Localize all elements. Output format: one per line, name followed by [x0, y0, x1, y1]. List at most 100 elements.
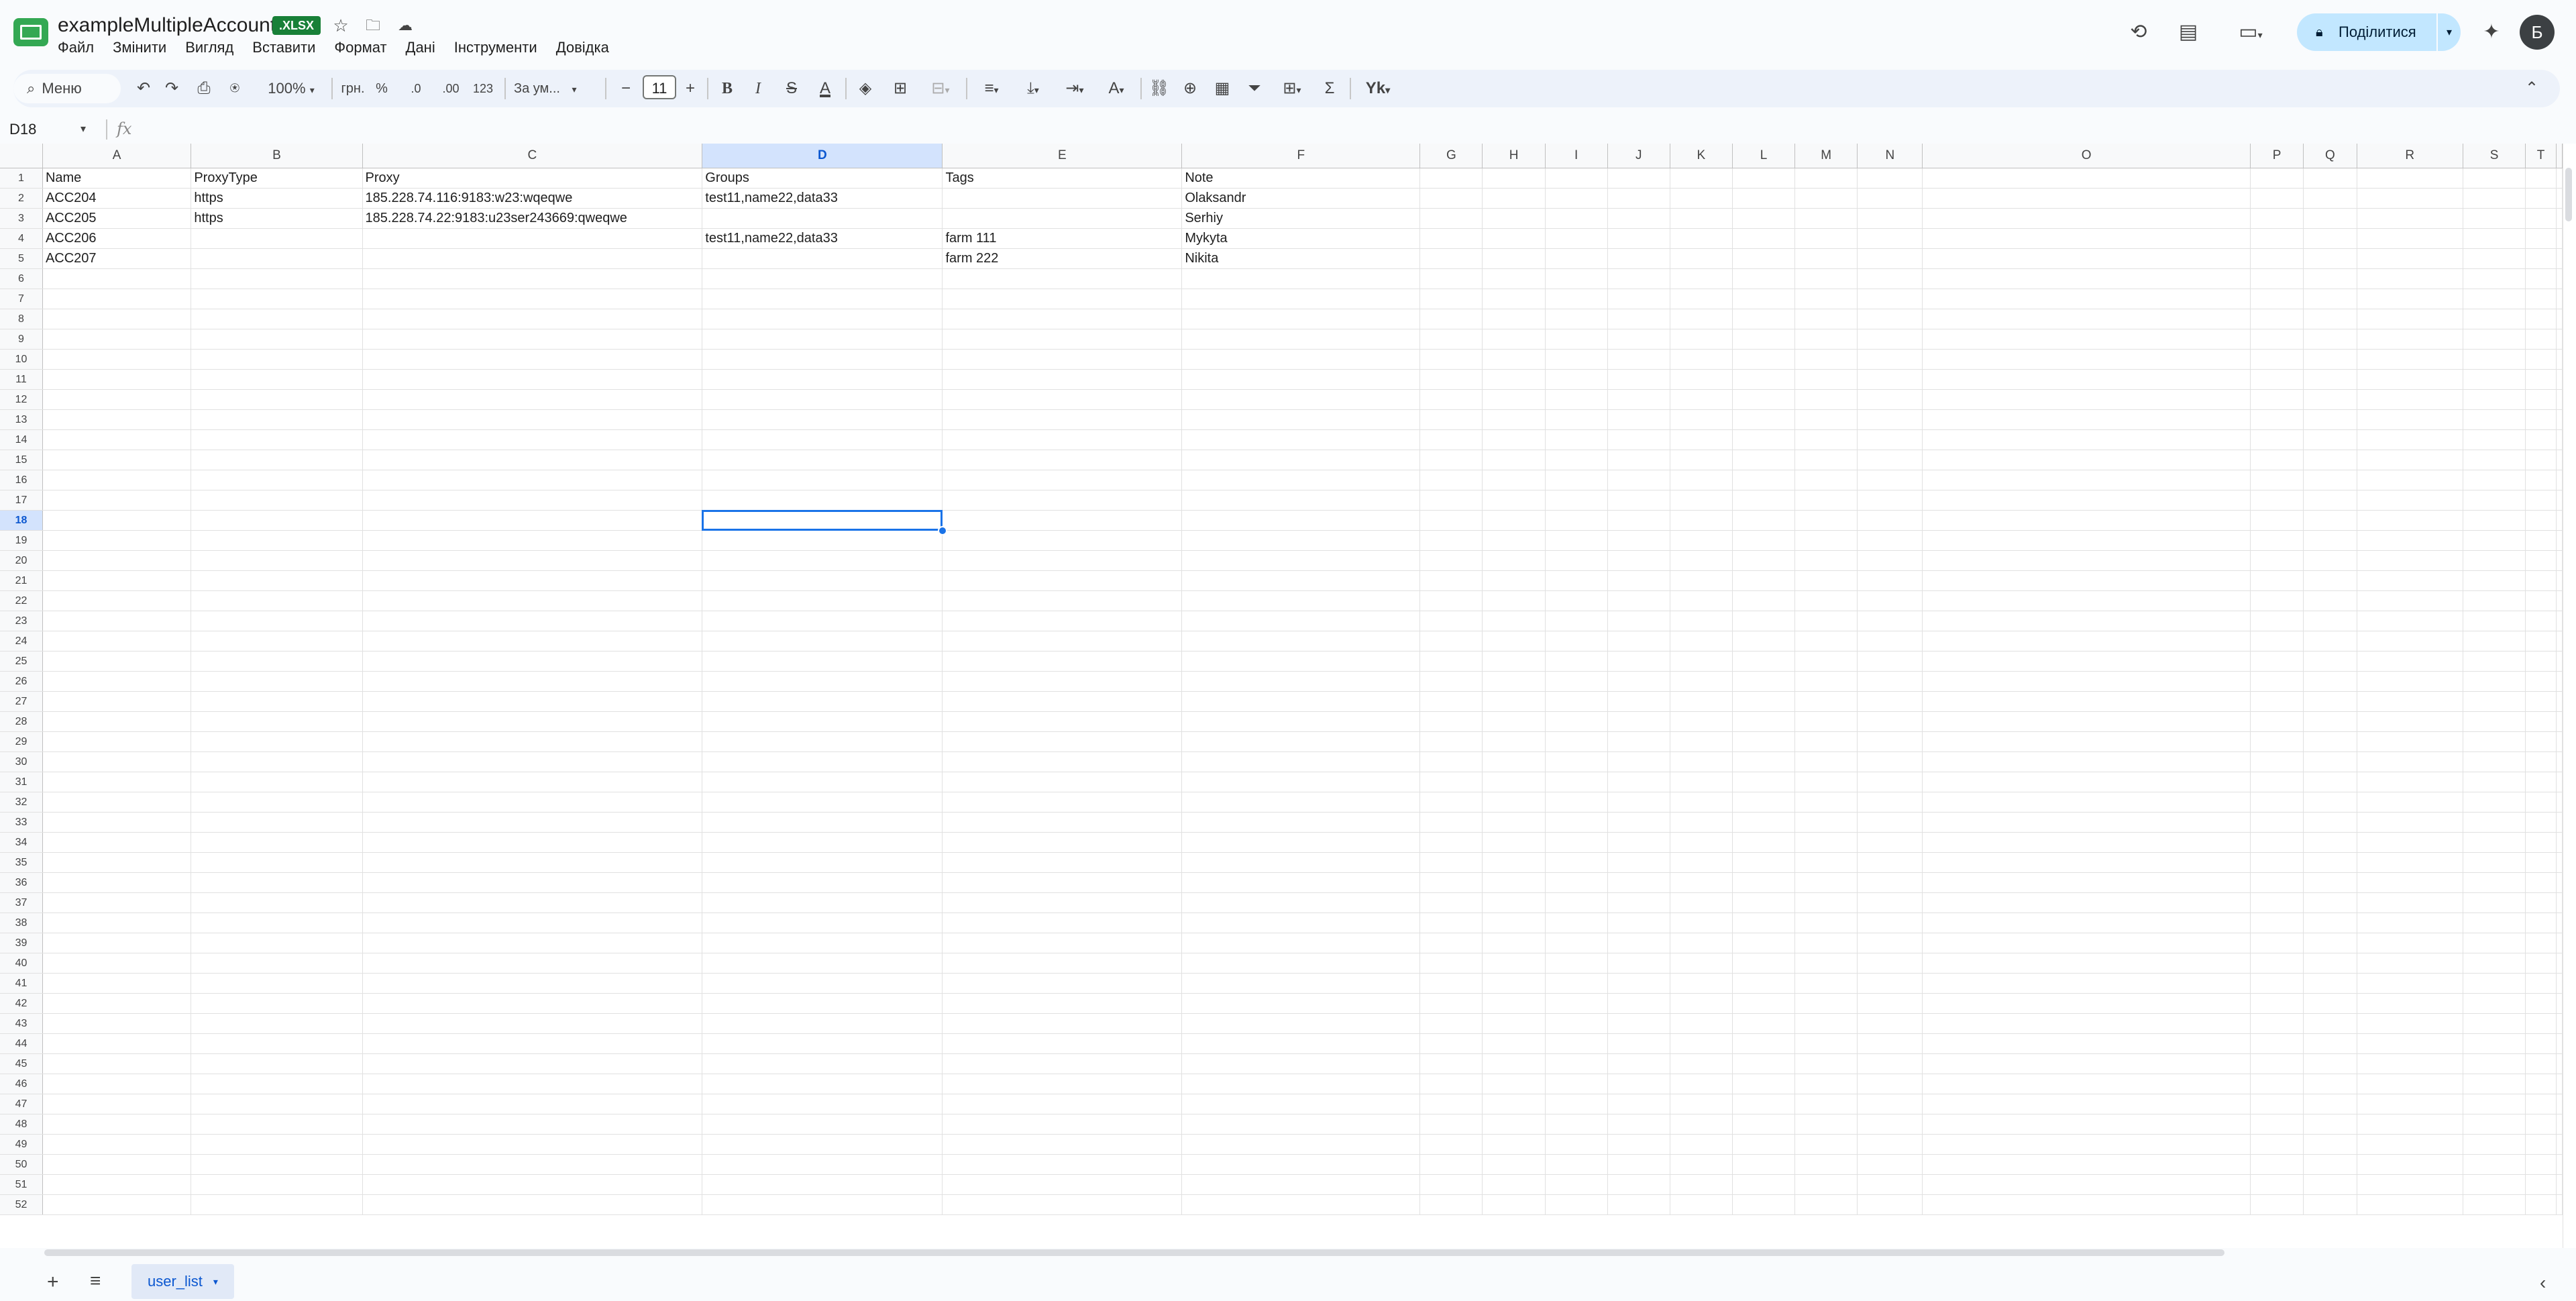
cell[interactable]: [1857, 913, 1923, 933]
cell[interactable]: [1482, 268, 1546, 289]
cell[interactable]: [1857, 490, 1923, 511]
cell[interactable]: [2463, 953, 2526, 974]
cell[interactable]: [2303, 852, 2357, 873]
cell[interactable]: [1607, 329, 1670, 350]
cell[interactable]: [1732, 309, 1796, 329]
cell[interactable]: [1607, 993, 1670, 1014]
star-icon[interactable]: ☆: [330, 15, 352, 36]
cell[interactable]: [1794, 228, 1858, 249]
document-title[interactable]: exampleMultipleAccount: [58, 13, 276, 38]
cell[interactable]: [2303, 570, 2357, 591]
cell[interactable]: [1670, 892, 1733, 913]
cell[interactable]: [1857, 228, 1923, 249]
cell[interactable]: [702, 953, 943, 974]
cell[interactable]: [1670, 1053, 1733, 1074]
font-size-decrease-button[interactable]: −: [616, 75, 636, 102]
cell[interactable]: [191, 1033, 363, 1054]
cell[interactable]: [1181, 872, 1421, 893]
cell[interactable]: [1670, 289, 1733, 309]
cell[interactable]: [42, 691, 192, 712]
cell[interactable]: [191, 751, 363, 772]
cell[interactable]: [1732, 409, 1796, 430]
cell[interactable]: 185.228.74.22:9183:u23ser243669:qweqwe: [362, 208, 703, 229]
cell[interactable]: [2556, 1074, 2563, 1094]
cell[interactable]: [2250, 691, 2304, 712]
cell[interactable]: [2357, 1053, 2463, 1074]
cell[interactable]: [2556, 530, 2563, 551]
cell[interactable]: [1545, 1154, 1608, 1175]
cell[interactable]: [1922, 651, 2251, 672]
cell[interactable]: [2357, 188, 2463, 209]
row-header[interactable]: 38: [0, 913, 43, 933]
cell[interactable]: [1545, 772, 1608, 792]
row-header[interactable]: 12: [0, 389, 43, 410]
cell[interactable]: [1857, 530, 1923, 551]
cell[interactable]: [1607, 973, 1670, 994]
cell[interactable]: [1794, 651, 1858, 672]
cell[interactable]: [2357, 852, 2463, 873]
cell[interactable]: [42, 369, 192, 390]
cell[interactable]: [2357, 429, 2463, 450]
cell[interactable]: [1607, 1194, 1670, 1215]
cell[interactable]: [1181, 550, 1421, 571]
cell[interactable]: [942, 550, 1183, 571]
cell[interactable]: [1857, 631, 1923, 652]
cell[interactable]: [1732, 329, 1796, 350]
cell[interactable]: [2303, 510, 2357, 531]
functions-icon[interactable]: Σ: [1318, 75, 1342, 102]
cell[interactable]: [2525, 1154, 2557, 1175]
cell[interactable]: [42, 651, 192, 672]
cell[interactable]: [362, 490, 703, 511]
cell[interactable]: [1607, 711, 1670, 732]
cell[interactable]: [42, 530, 192, 551]
cell[interactable]: [1922, 168, 2251, 189]
cell[interactable]: [1922, 691, 2251, 712]
cell[interactable]: [362, 1174, 703, 1195]
cell[interactable]: [2303, 470, 2357, 490]
cell[interactable]: [1732, 1134, 1796, 1155]
cell[interactable]: [1181, 1194, 1421, 1215]
cell[interactable]: [702, 1174, 943, 1195]
cell[interactable]: [1794, 590, 1858, 611]
cell[interactable]: [191, 1094, 363, 1114]
cell[interactable]: [2357, 389, 2463, 410]
cell[interactable]: [1732, 913, 1796, 933]
cell[interactable]: [2357, 1114, 2463, 1135]
cell[interactable]: [2250, 208, 2304, 229]
paint-format-icon[interactable]: ⍟: [223, 75, 247, 102]
cell[interactable]: [942, 731, 1183, 752]
cell[interactable]: [1922, 248, 2251, 269]
cell[interactable]: [362, 1074, 703, 1094]
cell[interactable]: [702, 832, 943, 853]
font-size-increase-button[interactable]: +: [680, 75, 700, 102]
cell[interactable]: [362, 691, 703, 712]
cell[interactable]: [1857, 409, 1923, 430]
cell[interactable]: [1922, 369, 2251, 390]
cell[interactable]: [2556, 1033, 2563, 1054]
cell[interactable]: [1794, 1194, 1858, 1215]
cell[interactable]: [2556, 993, 2563, 1014]
cell[interactable]: [42, 289, 192, 309]
cell[interactable]: [2525, 772, 2557, 792]
cell[interactable]: [191, 389, 363, 410]
cell[interactable]: [1545, 892, 1608, 913]
cell[interactable]: [2357, 892, 2463, 913]
cell[interactable]: [942, 389, 1183, 410]
cell[interactable]: [702, 631, 943, 652]
cell[interactable]: test11,name22,data33: [702, 188, 943, 209]
cell[interactable]: [42, 570, 192, 591]
italic-icon[interactable]: I: [747, 75, 769, 102]
cell[interactable]: Serhiy: [1181, 208, 1421, 229]
cell[interactable]: [1922, 711, 2251, 732]
cell[interactable]: [942, 289, 1183, 309]
cell[interactable]: [1732, 751, 1796, 772]
cell[interactable]: [1482, 892, 1546, 913]
cell[interactable]: [1482, 993, 1546, 1014]
cell[interactable]: [702, 772, 943, 792]
cell[interactable]: [2463, 228, 2526, 249]
cell[interactable]: [2463, 913, 2526, 933]
cell[interactable]: [2556, 510, 2563, 531]
cell[interactable]: [1419, 772, 1483, 792]
cell[interactable]: [1857, 671, 1923, 692]
cell[interactable]: [1922, 731, 2251, 752]
